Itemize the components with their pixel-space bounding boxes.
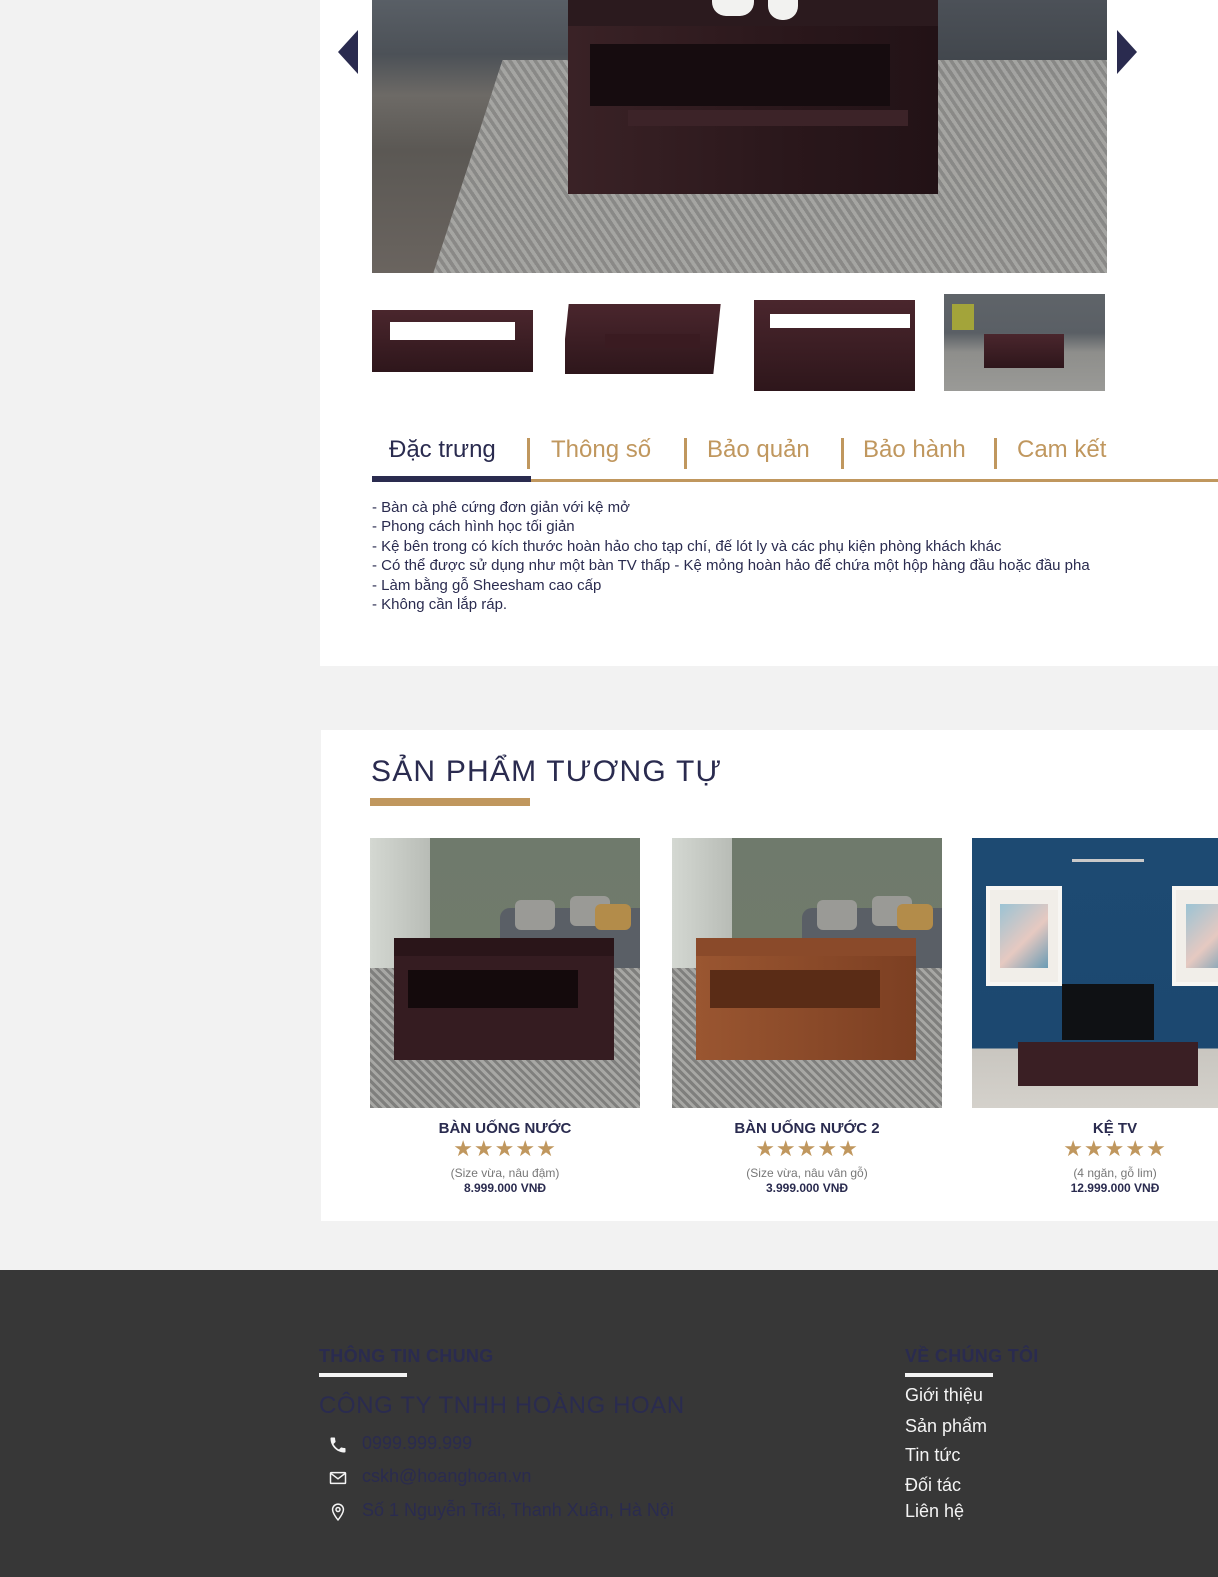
gallery-thumbnail-2[interactable] bbox=[565, 294, 726, 391]
tab-thong-so[interactable]: Thông số bbox=[551, 436, 651, 472]
rating-stars-icon: ★★★★★ bbox=[1063, 1136, 1167, 1161]
product-price: 12.999.000 VNĐ bbox=[1070, 1181, 1160, 1195]
address-text: Số 1 Nguyễn Trãi, Thanh Xuân, Hà Nội bbox=[362, 1500, 674, 1520]
footer-link-san-pham[interactable]: Sản phẩm bbox=[905, 1416, 987, 1437]
footer-about-heading: VỀ CHÚNG TÔI bbox=[905, 1346, 1039, 1366]
tab-bao-hanh[interactable]: Bảo hành bbox=[863, 436, 966, 472]
product-image bbox=[672, 838, 942, 1108]
feature-list: - Bàn cà phê cứng đơn giản với kệ mở - P… bbox=[372, 498, 1218, 614]
product-variant: (Size vừa, nâu đậm) bbox=[450, 1166, 560, 1180]
product-image bbox=[370, 838, 640, 1108]
rating-stars-icon: ★★★★★ bbox=[755, 1136, 859, 1161]
product-name: BÀN UỐNG NƯỚC 2 bbox=[734, 1120, 880, 1137]
feature-item: - Bàn cà phê cứng đơn giản với kệ mở bbox=[372, 499, 631, 516]
footer-link-gioi-thieu[interactable]: Giới thiệu bbox=[905, 1385, 983, 1406]
footer-general-heading: THÔNG TIN CHUNG bbox=[319, 1346, 494, 1366]
email-address[interactable]: cskh@hoanghoan.vn bbox=[362, 1466, 531, 1487]
feature-item: - Có thể được sử dụng như một bàn TV thấ… bbox=[372, 557, 1090, 575]
tab-bao-quan[interactable]: Bảo quản bbox=[707, 436, 810, 472]
product-card[interactable]: BÀN UỐNG NƯỚC ★★★★★ (Size vừa, nâu đậm) … bbox=[370, 838, 640, 1195]
feature-item: - Không cần lắp ráp. bbox=[372, 596, 508, 614]
product-card[interactable]: KỆ TV ★★★★★ (4 ngăn, gỗ lim) 12.999.000 … bbox=[972, 838, 1218, 1195]
footer-link-lien-he[interactable]: Liên hệ bbox=[905, 1501, 964, 1522]
footer-link-tin-tuc[interactable]: Tin tức bbox=[905, 1445, 960, 1466]
phone-number: 0999.999.999 bbox=[362, 1433, 473, 1453]
gallery-thumbnail-1[interactable] bbox=[372, 294, 533, 391]
tab-separator bbox=[841, 438, 844, 469]
heading-underline bbox=[319, 1373, 407, 1377]
tab-separator bbox=[527, 438, 530, 469]
gallery-thumbnail-4[interactable] bbox=[944, 294, 1105, 391]
product-name: KỆ TV bbox=[1092, 1120, 1138, 1137]
phone-icon bbox=[330, 1437, 346, 1453]
feature-item: - Phong cách hình học tối giản bbox=[372, 518, 575, 536]
main-product-image bbox=[372, 0, 1107, 273]
tab-separator bbox=[994, 438, 997, 469]
similar-products-title: SẢN PHẨM TƯƠNG TỰ bbox=[371, 755, 723, 788]
gallery-thumbnail-3[interactable] bbox=[754, 294, 915, 391]
rating-stars-icon: ★★★★★ bbox=[453, 1136, 557, 1161]
product-card[interactable]: BÀN UỐNG NƯỚC 2 ★★★★★ (Size vừa, nâu vân… bbox=[672, 838, 942, 1195]
product-price: 8.999.000 VNĐ bbox=[463, 1181, 547, 1195]
company-name: CÔNG TY TNHH HOÀNG HOAN bbox=[319, 1392, 685, 1419]
footer-link-doi-tac[interactable]: Đối tác bbox=[905, 1475, 961, 1496]
product-price: 3.999.000 VNĐ bbox=[765, 1181, 849, 1195]
active-tab-indicator bbox=[372, 476, 531, 482]
location-pin-icon bbox=[331, 1503, 345, 1522]
gallery-next-button[interactable] bbox=[1117, 30, 1137, 74]
tab-dac-trung[interactable]: Đặc trưng bbox=[389, 436, 496, 472]
heading-underline bbox=[905, 1373, 993, 1377]
feature-item: - Làm bằng gỗ Sheesham cao cấp bbox=[372, 576, 602, 594]
tab-cam-ket[interactable]: Cam kết bbox=[1017, 436, 1106, 472]
product-info-tabs: Đặc trưng Thông số Bảo quản Bảo hành Cam… bbox=[372, 436, 1218, 482]
product-image bbox=[972, 838, 1218, 1108]
title-underline bbox=[370, 798, 530, 806]
product-variant: (4 ngăn, gỗ lim) bbox=[1073, 1166, 1157, 1180]
product-name: BÀN UỐNG NƯỚC bbox=[438, 1120, 572, 1137]
gallery-prev-button[interactable] bbox=[338, 30, 358, 74]
tab-separator bbox=[684, 438, 687, 469]
product-variant: (Size vừa, nâu vân gỗ) bbox=[746, 1166, 868, 1180]
mail-icon bbox=[329, 1471, 347, 1485]
feature-item: - Kệ bên trong có kích thước hoàn hảo ch… bbox=[372, 537, 1002, 555]
site-footer bbox=[0, 1270, 1218, 1577]
